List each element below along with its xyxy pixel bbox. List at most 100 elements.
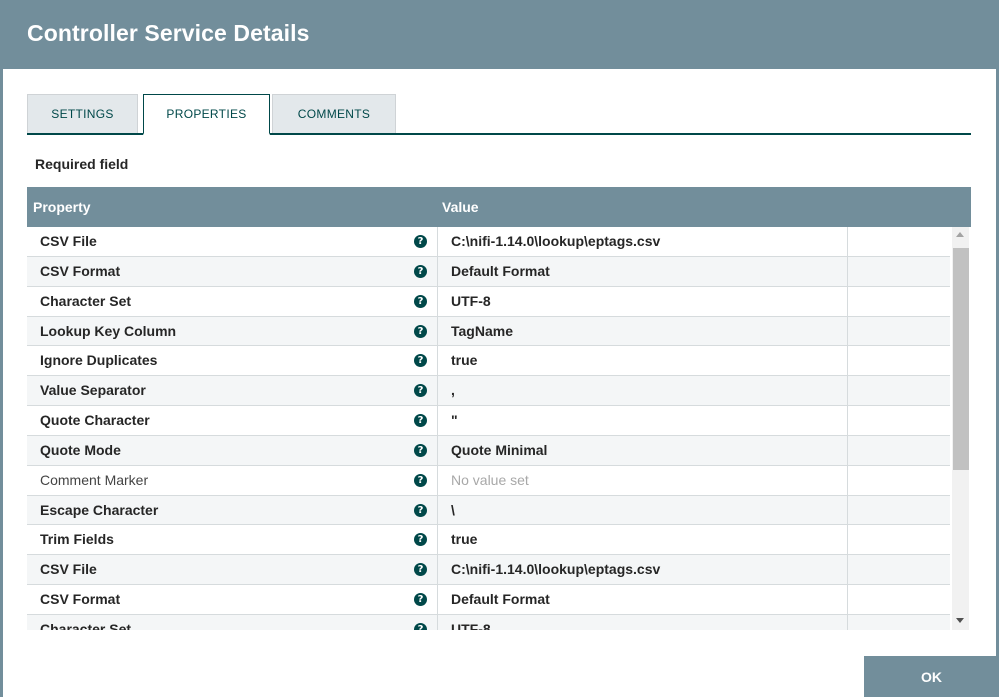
property-value[interactable]: UTF-8 [451, 293, 491, 309]
grid-rows: CSV File? C:\nifi-1.14.0\lookup\eptags.cs… [27, 227, 950, 630]
property-name: Trim Fields [40, 531, 114, 548]
question-circle-icon[interactable]: ? [414, 503, 427, 517]
column-divider [437, 585, 438, 614]
property-name: Quote Mode [40, 441, 121, 458]
table-row[interactable]: Comment Marker? No value set [27, 465, 950, 496]
question-circle-icon[interactable]: ? [414, 324, 427, 338]
column-divider [847, 346, 848, 376]
column-divider [847, 585, 848, 614]
column-divider [847, 614, 848, 630]
column-header-property[interactable]: Property [33, 199, 91, 215]
property-value[interactable]: \ [451, 502, 455, 518]
column-divider [437, 286, 438, 316]
table-row[interactable]: CSV File? C:\nifi-1.14.0\lookup\eptags.cs… [27, 227, 950, 257]
table-row[interactable]: Lookup Key Column? TagName [27, 316, 950, 347]
column-divider [847, 435, 848, 465]
column-divider [437, 435, 438, 465]
question-circle-icon[interactable]: ? [414, 533, 427, 547]
dialog-header: Controller Service Details [0, 0, 999, 69]
column-divider [437, 256, 438, 286]
property-name: Ignore Duplicates [40, 352, 158, 369]
property-value[interactable]: " [451, 412, 458, 428]
property-name: Character Set [40, 292, 132, 309]
column-divider [847, 256, 848, 286]
table-row[interactable]: Character Set? UTF-8 [27, 286, 950, 317]
tab-properties[interactable]: PROPERTIES [143, 94, 270, 135]
question-circle-icon[interactable]: ? [414, 593, 427, 607]
column-divider [437, 495, 438, 525]
question-circle-icon[interactable]: ? [414, 443, 427, 457]
property-name: CSV Format [40, 262, 121, 279]
column-divider [847, 227, 848, 256]
property-value[interactable]: UTF-8 [451, 621, 491, 630]
table-row[interactable]: Escape Character? \ [27, 495, 950, 526]
column-divider [437, 555, 438, 585]
scroll-down-arrow-icon[interactable] [956, 618, 964, 623]
property-value[interactable]: true [451, 531, 477, 547]
table-row[interactable]: Value Separator?, [27, 376, 950, 407]
column-divider [437, 316, 438, 346]
question-circle-icon[interactable]: ? [414, 294, 427, 308]
table-row[interactable]: CSV Format? Default Format [27, 256, 950, 287]
property-value[interactable]: C:\nifi-1.14.0\lookup\eptags.csv [451, 233, 660, 249]
column-divider [437, 376, 438, 406]
dialog-title: Controller Service Details [27, 20, 310, 46]
controller-service-dialog: Controller Service Details SETTINGS PROP… [0, 0, 999, 697]
column-divider [847, 286, 848, 316]
property-value[interactable]: TagName [451, 323, 513, 339]
column-header-value[interactable]: Value [442, 199, 479, 215]
question-circle-icon[interactable]: ? [414, 622, 427, 630]
question-circle-icon[interactable]: ? [414, 414, 427, 428]
column-divider [437, 465, 438, 495]
property-name: Lookup Key Column [40, 322, 177, 339]
column-divider [437, 614, 438, 630]
property-value[interactable]: No value set [451, 472, 529, 488]
column-divider [437, 346, 438, 376]
column-divider [437, 406, 438, 435]
property-name: CSV File [40, 561, 97, 578]
property-name: Character Set [40, 620, 132, 630]
table-row[interactable]: Ignore Duplicates? true [27, 346, 950, 377]
property-value[interactable]: true [451, 352, 477, 368]
table-row[interactable]: Quote Character? " [27, 406, 950, 436]
table-row[interactable]: Character Set? UTF-8 [27, 614, 950, 630]
property-name: Escape Character [40, 501, 159, 518]
properties-grid: Property Value CSV File? C:\nifi-1.14.0\l… [27, 187, 971, 630]
question-circle-icon[interactable]: ? [414, 384, 427, 398]
property-name: Value Separator [40, 382, 146, 399]
property-value[interactable]: C:\nifi-1.14.0\lookup\eptags.csv [451, 561, 660, 577]
question-circle-icon[interactable]: ? [414, 264, 427, 278]
column-divider [847, 406, 848, 435]
column-divider [847, 555, 848, 585]
tab-bar: SETTINGS PROPERTIES COMMENTS [27, 94, 971, 135]
required-field-label: Required field [35, 156, 129, 172]
column-divider [847, 465, 848, 495]
column-divider [847, 376, 848, 406]
property-name: Comment Marker [40, 471, 149, 488]
grid-header: Property Value [27, 187, 971, 227]
question-circle-icon[interactable]: ? [414, 354, 427, 368]
question-circle-icon[interactable]: ? [414, 563, 427, 577]
property-value[interactable]: Default Format [451, 263, 550, 279]
property-value[interactable]: Quote Minimal [451, 442, 547, 458]
column-divider [437, 525, 438, 555]
property-value[interactable]: , [451, 382, 455, 398]
scroll-up-arrow-icon[interactable] [956, 232, 964, 237]
ok-button[interactable]: OK [864, 656, 999, 697]
column-divider [847, 525, 848, 555]
question-circle-icon[interactable]: ? [414, 235, 427, 248]
tab-comments[interactable]: COMMENTS [272, 94, 396, 133]
property-name: Quote Character [40, 412, 150, 429]
scroll-thumb[interactable] [953, 248, 969, 470]
table-row[interactable]: CSV File? C:\nifi-1.14.0\lookup\eptags.cs… [27, 555, 950, 586]
question-circle-icon[interactable]: ? [414, 473, 427, 487]
table-row[interactable]: CSV Format? Default Format [27, 585, 950, 615]
column-divider [847, 495, 848, 525]
tab-settings[interactable]: SETTINGS [27, 94, 138, 133]
property-name: CSV File [40, 233, 97, 249]
property-value[interactable]: Default Format [451, 591, 550, 607]
table-row[interactable]: Quote Mode? Quote Minimal [27, 435, 950, 466]
grid-scrollbar[interactable] [952, 227, 969, 630]
column-divider [437, 227, 438, 256]
table-row[interactable]: Trim Fields? true [27, 525, 950, 556]
